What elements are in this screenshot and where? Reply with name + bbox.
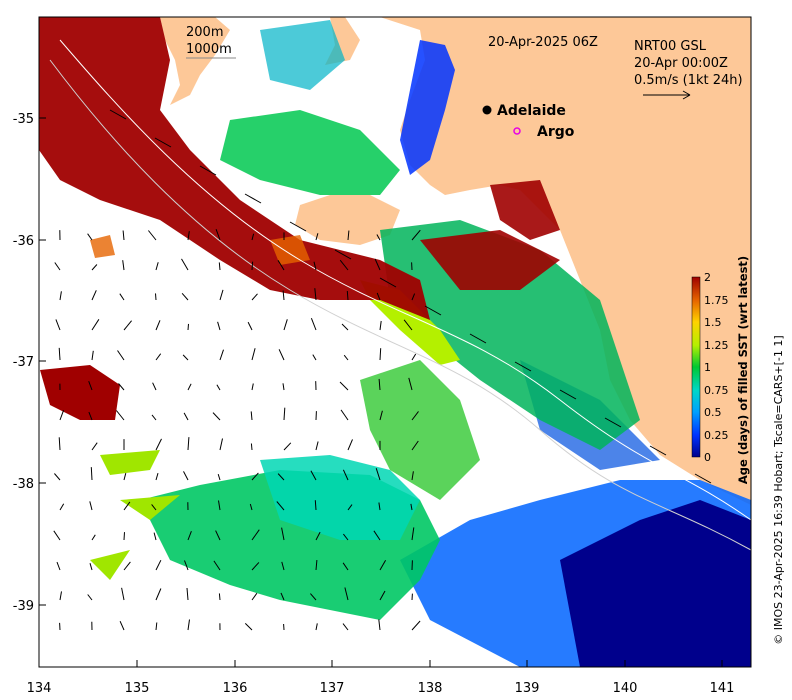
depth-legend-1000m: 1000m [186, 42, 232, 57]
current-vector-arrow [218, 593, 221, 601]
argo-label: Argo [537, 124, 575, 140]
current-vector-arrow [218, 262, 221, 271]
current-vector-arrow [155, 293, 157, 301]
y-tick-label: -39 [13, 599, 34, 614]
adelaide-marker-icon [482, 105, 492, 115]
colorbar-tick: 0 [704, 451, 711, 464]
y-tick-label: -37 [13, 355, 34, 370]
current-vector-arrow [314, 500, 317, 511]
current-vector-arrow [250, 443, 253, 451]
map-title: 20-Apr-2025 06Z [488, 35, 598, 50]
colorbar-tick: 0.75 [704, 384, 729, 397]
y-tick-label: -36 [13, 234, 34, 249]
imos-credit: © IMOS 23-Apr-2025 16:39 Hobart; Tscale=… [772, 335, 785, 644]
colorbar-tick: 1.75 [704, 294, 729, 307]
x-tick-label: 135 [125, 681, 150, 696]
colorbar-label: Age (days) of filled SST (wrt latest) [736, 256, 750, 484]
x-tick-label: 141 [710, 681, 735, 696]
colorbar-tick: 0.5 [704, 406, 722, 419]
product-name: NRT00 GSL [634, 39, 707, 54]
y-tick-label: -38 [13, 477, 34, 492]
colorbar-tick: 1.5 [704, 316, 722, 329]
current-vector-arrow [346, 290, 349, 301]
colorbar-scale [691, 276, 701, 458]
x-tick-label: 138 [418, 681, 443, 696]
current-vector-arrow [379, 348, 382, 361]
colorbar-tick: 2 [704, 271, 711, 284]
current-vector-arrow [251, 261, 254, 271]
y-tick-label: -35 [13, 112, 34, 127]
colorbar-tick: 1.25 [704, 339, 729, 352]
x-tick-label: 139 [515, 681, 540, 696]
current-vector-arrow [187, 323, 189, 331]
map-content [39, 17, 751, 667]
colorbar-tick: 0.25 [704, 429, 729, 442]
current-vector-arrow [90, 467, 93, 481]
adelaide-label: Adelaide [497, 103, 566, 119]
sst-age-map: 200m 1000m 20-Apr-2025 06Z NRT00 GSL 20-… [13, 16, 785, 696]
current-vector-arrow [123, 532, 125, 541]
product-time: 20-Apr 00:00Z [634, 56, 728, 71]
vector-scale-label: 0.5m/s (1kt 24h) [634, 73, 743, 88]
x-tick-label: 136 [223, 681, 248, 696]
x-tick-label: 134 [27, 681, 52, 696]
x-tick-label: 140 [613, 681, 638, 696]
colorbar-tick: 1 [704, 361, 711, 374]
depth-legend-200m: 200m [186, 25, 223, 40]
x-tick-label: 137 [320, 681, 345, 696]
